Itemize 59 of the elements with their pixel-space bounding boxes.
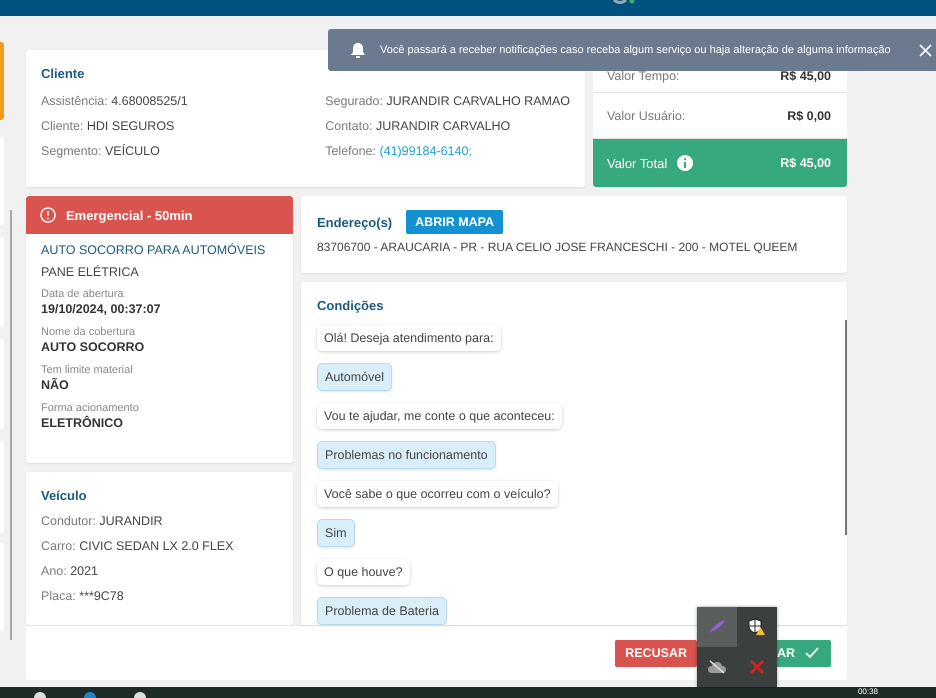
question-bubble: O que houve? [317,559,410,585]
notification-text: Você passará a receber notificações caso receba algum serviço ou haja alteração de alguma informação [380,44,891,56]
value-amount: R$ 0,00 [787,108,831,123]
detail-value: NÃO [41,377,70,394]
cloud-off-icon [707,660,727,674]
check-icon [805,647,819,659]
close-icon[interactable] [919,44,932,56]
shield-warning-icon [748,618,766,636]
answer-bubble: Automóvel [317,363,392,391]
field-label: Telefone: [325,144,376,158]
field-text: Ano: 2021 [41,563,100,580]
scrollbar[interactable] [845,320,847,535]
field-text: Placa: ***9C78 [41,588,125,605]
value-amount: R$ 45,00 [780,156,831,170]
detail-value: AUTO SOCORRO [41,339,146,356]
answer-bubble: Problemas no funcionamento [317,441,496,469]
bell-icon [350,42,366,58]
detail-label: Forma acionamento [41,402,140,415]
service-subtitle: PANE ELÉTRICA [41,264,140,280]
answer-bubble: Sim [317,519,355,547]
detail-label: Data de abertura [41,288,125,301]
detail-value: ELETRÔNICO [41,415,124,432]
question-bubble: Vou te ajudar, me conte o que aconteceu: [317,403,562,429]
value-amount: R$ 45,00 [780,68,831,83]
reject-button[interactable]: RECUSAR [615,640,697,666]
priority-text: Emergencial - 50min [66,208,192,222]
open-map-button[interactable]: ABRIR MAPA [406,210,504,234]
scrollbar[interactable] [10,210,12,640]
answer-bubble: Problema de Bateria [317,597,447,625]
question-bubble: Olá! Deseja atendimento para: [317,325,501,351]
feather-icon [708,619,726,635]
detail-value: 19/10/2024, 00:37:07 [41,301,162,318]
value-label: Valor Usuário: [607,108,686,123]
info-icon[interactable] [677,155,694,172]
field-text: Contato: JURANDIR CARVALHO [325,118,512,135]
field-text: Segurado: JURANDIR CARVALHO RAMAO [325,93,570,110]
phone-link[interactable]: (41)99184-6140; [379,144,472,158]
section-title: Cliente [41,66,86,81]
app-icon[interactable] [34,692,46,698]
sidebar-tab[interactable] [0,42,4,120]
phone-x-icon [749,659,765,675]
detail-label: Nome da cobertura [41,326,136,339]
detail-label: Tem limite material [41,364,134,377]
alert-icon [40,207,56,223]
field-text: Assistência: 4.68008525/1 [41,93,189,110]
field-text: Condutor: JURANDIR [41,513,164,530]
app-icon[interactable] [134,692,146,698]
field-text: Cliente: HDI SEGUROS [41,118,176,135]
section-title: Condições [317,298,384,313]
question-bubble: Você sabe o que ocorreu com o veículo? [317,481,558,507]
field-text: Carro: CIVIC SEDAN LX 2.0 FLEX [41,538,234,555]
value-label: Valor Tempo: [607,68,680,83]
section-title: Endereço(s) [317,214,392,230]
address-text: 83706700 - ARAUCARIA - PR - RUA CELIO JOSE FRANCESCHI - 200 - MOTEL QUEEM [317,240,798,254]
value-label: Valor Total [607,156,668,171]
field-text: Segmento: VEÍCULO [41,143,161,160]
section-title: Veículo [41,488,88,503]
service-title: AUTO SOCORRO PARA AUTOMÓVEIS [41,242,266,258]
clock-text: 00:38 [858,687,878,697]
